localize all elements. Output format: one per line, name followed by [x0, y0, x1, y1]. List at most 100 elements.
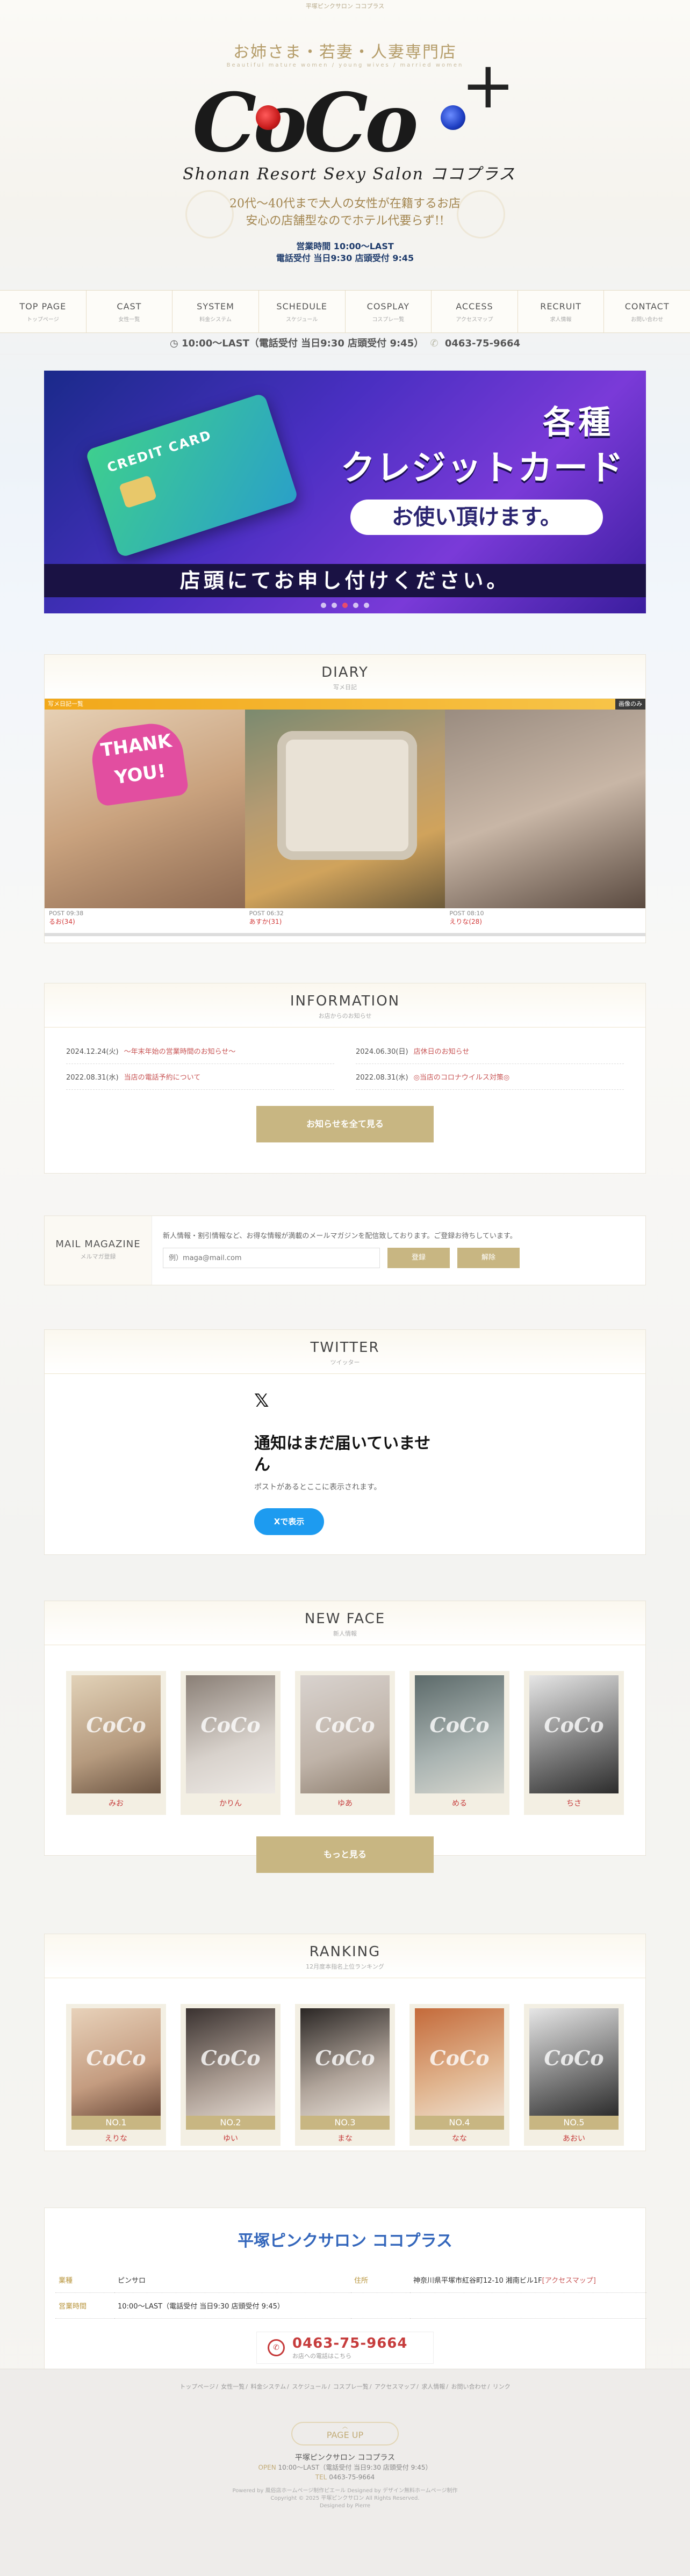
phone-icon: ✆ [268, 2339, 285, 2356]
slider-dot-active[interactable] [342, 603, 348, 608]
page-top-button[interactable]: ︿ PAGE UP [291, 2422, 399, 2445]
nav-access[interactable]: ACCESS アクセスマップ [432, 291, 518, 332]
tagline: お姉さま・若妻・人妻専門店 [233, 43, 457, 62]
girl-photo: CoCo [529, 2008, 619, 2116]
more-button[interactable]: もっと見る [256, 1836, 434, 1873]
info-hours: 10:00〜LAST（電話受付 当日9:30 店頭受付 9:45） [181, 338, 424, 349]
access-map-link[interactable]: [アクセスマップ] [542, 2277, 596, 2285]
diary-photo[interactable]: THANK YOU! [45, 710, 245, 908]
intro-line-1: 20代〜40代まで大人の女性が在籍するお店 [229, 197, 461, 211]
slider-dot[interactable] [332, 603, 337, 608]
nav-schedule[interactable]: SCHEDULE スケジュール [259, 291, 346, 332]
intro-line-2: 安心の店舗型なのでホテル代要らず!! [246, 214, 444, 228]
footer-link[interactable]: 女性一覧 [221, 2383, 245, 2390]
nav-cosplay[interactable]: COSPLAY コスプレ一覧 [346, 291, 432, 332]
info-header: INFORMATION お店からのお知らせ [45, 983, 645, 1027]
slide-bar: 店頭にてお申し付けください。 [44, 564, 646, 597]
ranking-card[interactable]: CoCo NO.5 あおい [524, 2004, 624, 2146]
girl-card[interactable]: CoCo める [409, 1671, 509, 1815]
girl-photo: CoCo [415, 2008, 504, 2116]
ranking-card[interactable]: CoCo NO.2 ゆい [181, 2004, 281, 2146]
credit-card-image: CREDIT CARD [85, 393, 299, 558]
news-item[interactable]: 2024.06.30(日) 店休日のお知らせ [356, 1038, 624, 1064]
diary-captions: POST 09:38 るお(34) POST 06:32 あすか(31) POST … [45, 908, 645, 933]
diary-caption: POST 06:32 あすか(31) [249, 910, 284, 925]
slider-dot[interactable] [353, 603, 358, 608]
twitter-empty-sub: ポストがあるとここに表示されます。 [254, 1483, 382, 1492]
all-news-button[interactable]: お知らせを全て見る [256, 1106, 434, 1142]
site-header: お姉さま・若妻・人妻専門店 Beautiful mature women / y… [0, 13, 690, 271]
rank-badge: NO.1 [71, 2116, 161, 2130]
news-item[interactable]: 2024.12.24(火) 〜年末年始の営業時間のお知らせ〜 [66, 1038, 334, 1064]
slide-line-2: クレジットカード [341, 448, 624, 488]
girl-photo: CoCo [186, 2008, 275, 2116]
nav-recruit[interactable]: RECRUIT 求人情報 [518, 291, 605, 332]
unsubscribe-button[interactable]: 解除 [457, 1248, 520, 1268]
news-item[interactable]: 2022.08.31(水) ◎当店のコロナウイルス対策◎ [356, 1064, 624, 1090]
footer-link[interactable]: コスプレ一覧 [333, 2383, 369, 2390]
diary-scrollbar[interactable] [45, 933, 645, 936]
twitter-header: TWITTER ツイッター [45, 1330, 645, 1374]
footer-info: 平塚ピンクサロン ココプラス OPEN 10:00〜LAST（電話受付 当日9:… [258, 2454, 432, 2481]
global-nav: TOP PAGE トップページ CAST 女性一覧 SYSTEM 料金システム SCH… [0, 290, 690, 333]
clock-icon: ◷ [169, 338, 178, 349]
girl-photo: CoCo [529, 1675, 619, 1793]
footer-link[interactable]: 求人情報 [421, 2383, 445, 2390]
phone-icon: ✆ [430, 338, 439, 349]
footer-link[interactable]: お問い合わせ [451, 2383, 487, 2390]
girl-card[interactable]: CoCo みお [66, 1671, 166, 1815]
call-button[interactable]: ✆ 0463-75-9664 お店への電話はこちら [256, 2332, 434, 2364]
slider-dot[interactable] [364, 603, 369, 608]
footer-link[interactable]: スケジュール [292, 2383, 327, 2390]
diary-photos: THANK YOU! [45, 710, 646, 908]
girl-photo: CoCo [300, 1675, 390, 1793]
diary-photo[interactable] [245, 710, 445, 908]
girl-card[interactable]: CoCo ゆあ [295, 1671, 395, 1815]
news-list: 2024.12.24(火) 〜年末年始の営業時間のお知らせ〜 2024.06.30… [45, 1027, 645, 1090]
mail-title: MAIL MAGAZINE メルマガ登録 [45, 1216, 152, 1285]
footer-credit: Powered by 風俗店ホームページ制作ピエール Designed by デ… [232, 2488, 458, 2509]
footer-link[interactable]: トップページ [179, 2383, 215, 2390]
diary-images-link[interactable]: 画像のみ [615, 699, 645, 710]
news-item[interactable]: 2022.08.31(水) 当店の電話予約について [66, 1064, 334, 1090]
info-tel[interactable]: 0463-75-9664 [445, 338, 520, 349]
girl-card[interactable]: CoCo ちさ [524, 1671, 624, 1815]
slider-dot[interactable] [321, 603, 326, 608]
ranking-header: RANKING 12月度本指名上位ランキング [45, 1934, 645, 1978]
nav-contact[interactable]: CONTACT お問い合わせ [604, 291, 690, 332]
info-bar: ◷ 10:00〜LAST（電話受付 当日9:30 店頭受付 9:45） ✆ 04… [0, 333, 690, 354]
footer-link[interactable]: アクセスマップ [375, 2383, 415, 2390]
register-button[interactable]: 登録 [387, 1248, 450, 1268]
topbar: 平塚ピンクサロン ココプラス [305, 3, 385, 10]
ranking-card[interactable]: CoCo NO.1 えりな [66, 2004, 166, 2146]
footer-link[interactable]: リンク [493, 2383, 511, 2390]
twitter-empty-title: 通知はまだ届いていません [254, 1434, 431, 1474]
banner-slider[interactable]: CREDIT CARD 各種 クレジットカード お使い頂けます。 店頭にてお申し… [44, 371, 646, 613]
information-section: INFORMATION お店からのお知らせ 2024.12.24(火) 〜年末年始… [44, 983, 646, 1174]
new-face-section: NEW FACE 新人情報 CoCo みお CoCo かりん CoCo ゆあ CoCo… [44, 1601, 646, 1873]
mail-magazine-section: MAIL MAGAZINE メルマガ登録 新人情報・割引情報など、お得な情報が満… [44, 1215, 646, 1285]
nav-top[interactable]: TOP PAGE トップページ [0, 291, 87, 332]
email-input[interactable] [163, 1248, 380, 1268]
footer-link[interactable]: 料金システム [250, 2383, 286, 2390]
slider-dots [44, 602, 646, 610]
diary-list-link[interactable]: 写メ日記一覧 [48, 699, 83, 710]
footer-links: トップページ / 女性一覧 / 料金システム / スケジュール / コスプレ一覧 / アク… [179, 2383, 511, 2390]
chevron-up-icon: ︿ [342, 2424, 348, 2430]
diary-photo[interactable] [445, 710, 646, 908]
rank-badge: NO.4 [415, 2116, 504, 2130]
red-rose-icon [256, 105, 281, 130]
ranking-card[interactable]: CoCo NO.3 まな [295, 2004, 395, 2146]
nav-cast[interactable]: CAST 女性一覧 [87, 291, 173, 332]
shop-title: 平塚ピンクサロン ココプラス [238, 2232, 452, 2251]
nav-system[interactable]: SYSTEM 料金システム [172, 291, 259, 332]
view-on-x-button[interactable]: Xで表示 [254, 1508, 324, 1535]
slide-line-3: お使い頂けます。 [350, 500, 603, 535]
shop-table: 業種 ピンサロ 住所 神奈川県平塚市紅谷町12-10 湘南ビル1F[アクセスマッ… [45, 2267, 646, 2319]
page: 平塚ピンクサロン ココプラス お姉さま・若妻・人妻専門店 Beautiful m… [0, 0, 690, 2576]
girl-card[interactable]: CoCo かりん [181, 1671, 281, 1815]
ranking-card[interactable]: CoCo NO.4 なな [409, 2004, 509, 2146]
hours-line-1: 営業時間 10:00〜LAST [296, 241, 394, 251]
twitter-section: TWITTER ツイッター 𝕏 通知はまだ届いていません ポストがあるとここに表… [44, 1329, 646, 1555]
x-logo-icon[interactable]: 𝕏 [254, 1390, 436, 1412]
